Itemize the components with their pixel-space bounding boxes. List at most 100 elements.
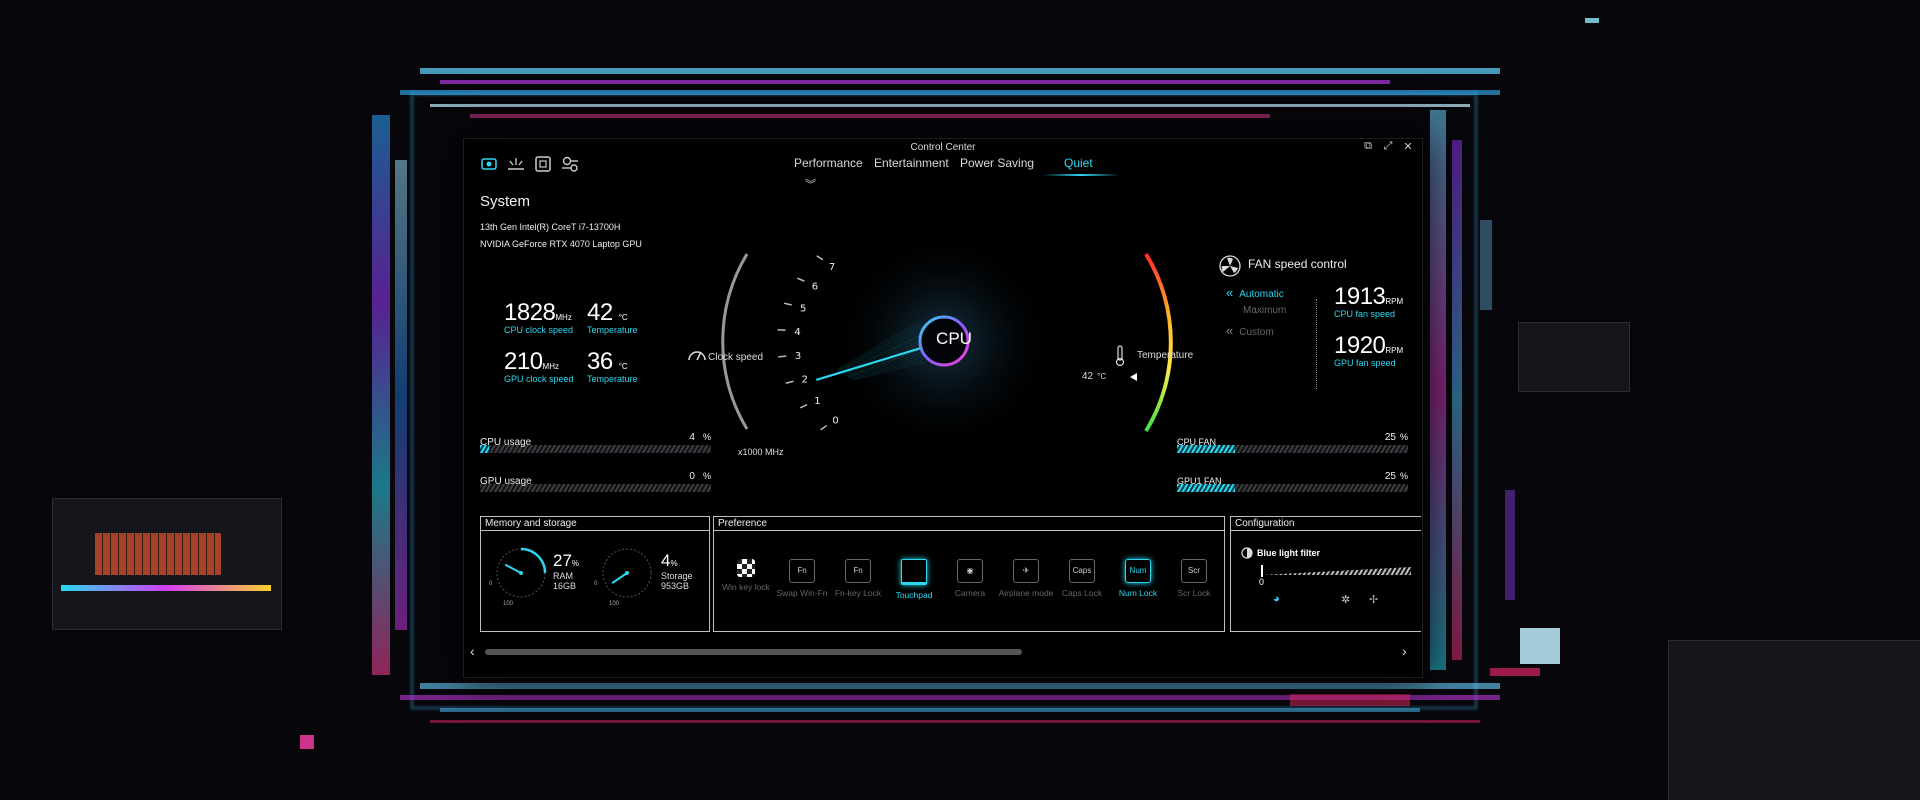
fan-option-custom-label: Custom — [1239, 327, 1274, 338]
mode-power-saving[interactable]: Power Saving — [960, 156, 1034, 170]
clock-tick-label: 0 — [832, 415, 838, 426]
fan-divider — [1316, 299, 1317, 389]
mode-performance[interactable]: Performance — [794, 156, 863, 170]
gpu-usage: GPU usage 0% — [480, 471, 711, 492]
pref-item-scr-lock[interactable]: Scr Scr Lock — [1166, 559, 1222, 598]
cpu-temp-unit: °C — [618, 313, 628, 322]
restore-icon[interactable]: ⧉ — [1361, 140, 1375, 153]
expand-chevron-icon[interactable]: ︾ — [805, 176, 816, 192]
fan-option-custom[interactable]: « Custom — [1226, 323, 1274, 338]
blue-light-icon — [1241, 547, 1253, 559]
caps-icon: Caps — [1069, 559, 1095, 583]
cpu-fan-rpm: 1913RPM CPU fan speed — [1334, 283, 1403, 319]
cpu-fan-label: CPU FAN — [1177, 437, 1217, 447]
temperature-readout-value: 42 — [1082, 371, 1094, 382]
cpu-temp-label: Temperature — [587, 325, 638, 335]
bg-mini-window-corner — [1668, 640, 1920, 800]
cpu-clock-value: 1828 — [504, 299, 556, 326]
clock-tick — [816, 255, 824, 261]
gpu-fan-rpm-unit: RPM — [1385, 346, 1404, 355]
horizontal-scrollbar[interactable] — [485, 649, 1022, 655]
preference-panel: Preference Win key lock Fn Swap Win-Fn Fn Fn… — [713, 516, 1225, 632]
lighting-tab-icon[interactable] — [506, 155, 526, 173]
fan-option-automatic[interactable]: « Automatic — [1226, 285, 1284, 300]
system-tab-icon[interactable] — [479, 155, 499, 173]
cpu-fan-rpm-label: CPU fan speed — [1334, 309, 1396, 319]
fan-mode-icon[interactable]: ✢ — [1369, 593, 1378, 606]
pref-item-swap-win-fn[interactable]: Fn Swap Win-Fn — [774, 559, 830, 598]
speedometer-icon — [688, 351, 706, 361]
temperature-marker — [1130, 373, 1137, 381]
cpu-usage-label: CPU usage — [480, 437, 532, 448]
clock-tick — [799, 404, 808, 409]
cpu-temp-stat: 42 °C Temperature — [587, 299, 638, 335]
cpu-fan-level: CPU FAN 25% — [1177, 432, 1408, 453]
swap-icon: Fn — [789, 559, 815, 583]
cpu-fan-rpm-unit: RPM — [1385, 297, 1404, 306]
pref-item-label: Camera — [954, 588, 986, 598]
pref-item-label: Touchpad — [895, 590, 933, 600]
scroll-left-icon[interactable]: ‹ — [470, 643, 475, 659]
gpu-fan-rpm-label: GPU fan speed — [1334, 358, 1396, 368]
gpu-temp-stat: 36 °C Temperature — [587, 348, 638, 384]
cpu-fan-value: 25 — [1384, 432, 1396, 443]
display-tab-icon[interactable] — [533, 155, 553, 173]
scroll-right-icon[interactable]: › — [1402, 643, 1407, 659]
clock-tick — [785, 380, 794, 384]
num-icon: Num — [1125, 559, 1151, 583]
clock-tick — [820, 424, 828, 431]
gpu-fan-rpm: 1920RPM GPU fan speed — [1334, 332, 1403, 368]
pref-item-label: Airplane mode — [998, 588, 1054, 598]
gpu-clock-stat: 210MHz GPU clock speed — [504, 348, 574, 384]
storage-dial-max: 100 — [609, 601, 620, 607]
blue-light-label: Blue light filter — [1257, 548, 1320, 558]
cpu-clock-label: CPU clock speed — [504, 325, 574, 335]
clock-tick — [797, 277, 805, 282]
ram-percent: 27 — [553, 551, 572, 570]
maximize-icon[interactable]: ⤢ — [1381, 140, 1395, 153]
ram-dial — [496, 547, 547, 598]
clock-tick-label: 4 — [794, 327, 800, 338]
cpu-temp-value: 42 — [587, 299, 613, 326]
pref-item-airplane-mode[interactable]: ✈ Airplane mode — [998, 559, 1054, 598]
ram-dial-min: 0 — [489, 581, 493, 587]
window-title: Control Center — [910, 142, 976, 153]
mode-entertainment[interactable]: Entertainment — [874, 156, 949, 170]
temperature-label: Temperature — [1137, 350, 1194, 361]
storage-dial-needle — [611, 572, 628, 584]
storage-dial-min: 0 — [594, 581, 598, 587]
pref-item-caps-lock[interactable]: Caps Caps Lock — [1054, 559, 1110, 598]
gpu-fan-unit: % — [1399, 471, 1408, 481]
brightness-icon[interactable]: ✲ — [1341, 593, 1350, 606]
control-center-window: Control Center ⧉ ⤢ ✕ System 13th Gen Int… — [463, 138, 1423, 678]
storage-label: Storage — [661, 571, 693, 581]
storage-stats: 4% Storage 953GB — [661, 551, 693, 591]
storage-dial — [602, 548, 652, 598]
pref-item-fn-key-lock[interactable]: Fn Fn-key Lock — [830, 559, 886, 598]
settings-tab-icon[interactable] — [560, 155, 580, 173]
mode-quiet[interactable]: Quiet — [1064, 156, 1093, 170]
touchpad-icon — [901, 559, 927, 585]
clock-tick-label: 5 — [800, 304, 806, 315]
pref-item-touchpad[interactable]: Touchpad — [886, 559, 942, 600]
pref-item-num-lock[interactable]: Num Num Lock — [1110, 559, 1166, 598]
color-mode-icon[interactable]: ◕ — [1273, 593, 1280, 605]
clock-tick-label: 6 — [812, 282, 818, 293]
memory-storage-panel: Memory and storage 0 100 27% RAM 16GB 0 … — [480, 516, 710, 632]
camera-icon: ◉ — [957, 559, 983, 583]
close-icon[interactable]: ✕ — [1401, 140, 1415, 153]
cpu-gauge-label: CPU — [936, 329, 972, 348]
temperature-readout: 42 °C — [1082, 371, 1106, 382]
gpu-fan-rpm-value: 1920 — [1334, 332, 1386, 359]
ram-stats: 27% RAM 16GB — [553, 551, 579, 591]
fan-option-maximum[interactable]: Maximum — [1243, 305, 1286, 316]
bg-mini-window — [1518, 322, 1630, 392]
gpu-clock-unit: MHz — [542, 362, 559, 371]
blue-light-slider[interactable] — [1261, 567, 1411, 575]
pref-item-win-key-lock[interactable]: Win key lock — [718, 559, 774, 592]
gpu-fan-level: GPU1 FAN 25% — [1177, 471, 1408, 492]
gpu-model: NVIDIA GeForce RTX 4070 Laptop GPU — [480, 239, 642, 249]
pref-item-camera[interactable]: ◉ Camera — [942, 559, 998, 598]
blue-light-slider-thumb[interactable] — [1261, 565, 1263, 577]
pref-item-label: Fn-key Lock — [834, 588, 882, 598]
